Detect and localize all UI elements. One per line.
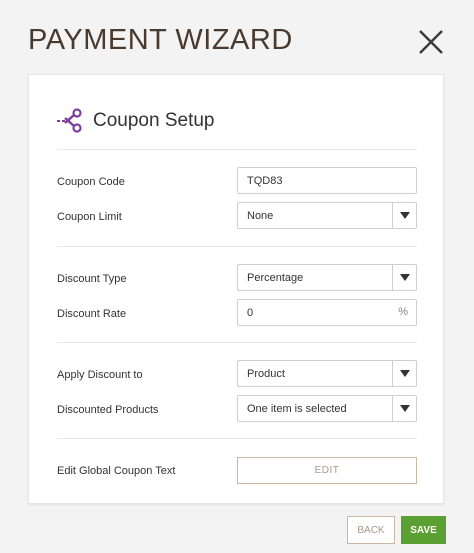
apply-discount-value: Product (247, 367, 285, 380)
divider (57, 246, 417, 247)
divider (57, 342, 417, 343)
discounted-products-value: One item is selected (247, 402, 347, 415)
chevron-down-icon[interactable] (392, 396, 416, 421)
coupon-limit-value: None (247, 209, 274, 222)
save-button[interactable]: SAVE (401, 516, 446, 544)
chevron-down-icon[interactable] (392, 203, 416, 228)
percent-suffix: % (398, 306, 408, 318)
chevron-down-icon[interactable] (392, 361, 416, 386)
discount-rate-value: 0 (247, 306, 254, 319)
coupon-setup-card: Coupon Setup Coupon Code TQD83 Coupon Li… (28, 74, 444, 504)
back-button[interactable]: BACK (347, 516, 395, 544)
discount-rate-label: Discount Rate (57, 308, 127, 320)
page-title: PAYMENT WIZARD (28, 24, 293, 56)
discount-type-select[interactable]: Percentage (237, 264, 417, 291)
chevron-down-icon[interactable] (392, 265, 416, 290)
close-icon[interactable] (416, 27, 446, 57)
coupon-code-value: TQD83 (247, 174, 283, 187)
divider (57, 438, 417, 439)
discount-type-value: Percentage (247, 271, 304, 284)
wizard-header: PAYMENT WIZARD (0, 0, 474, 74)
card-header: Coupon Setup (57, 105, 215, 137)
scissors-icon (57, 108, 82, 133)
discount-type-label: Discount Type (57, 273, 127, 285)
discounted-products-select[interactable]: One item is selected (237, 395, 417, 422)
apply-discount-label: Apply Discount to (57, 369, 143, 381)
coupon-code-input[interactable]: TQD83 (237, 167, 417, 194)
coupon-limit-label: Coupon Limit (57, 211, 122, 223)
coupon-code-label: Coupon Code (57, 176, 125, 188)
discount-rate-input[interactable]: 0 % (237, 299, 417, 326)
discounted-products-label: Discounted Products (57, 404, 159, 416)
card-title: Coupon Setup (93, 110, 215, 131)
divider (57, 149, 417, 150)
apply-discount-select[interactable]: Product (237, 360, 417, 387)
coupon-limit-select[interactable]: None (237, 202, 417, 229)
edit-button[interactable]: EDIT (237, 457, 417, 484)
edit-global-text-label: Edit Global Coupon Text (57, 465, 176, 477)
